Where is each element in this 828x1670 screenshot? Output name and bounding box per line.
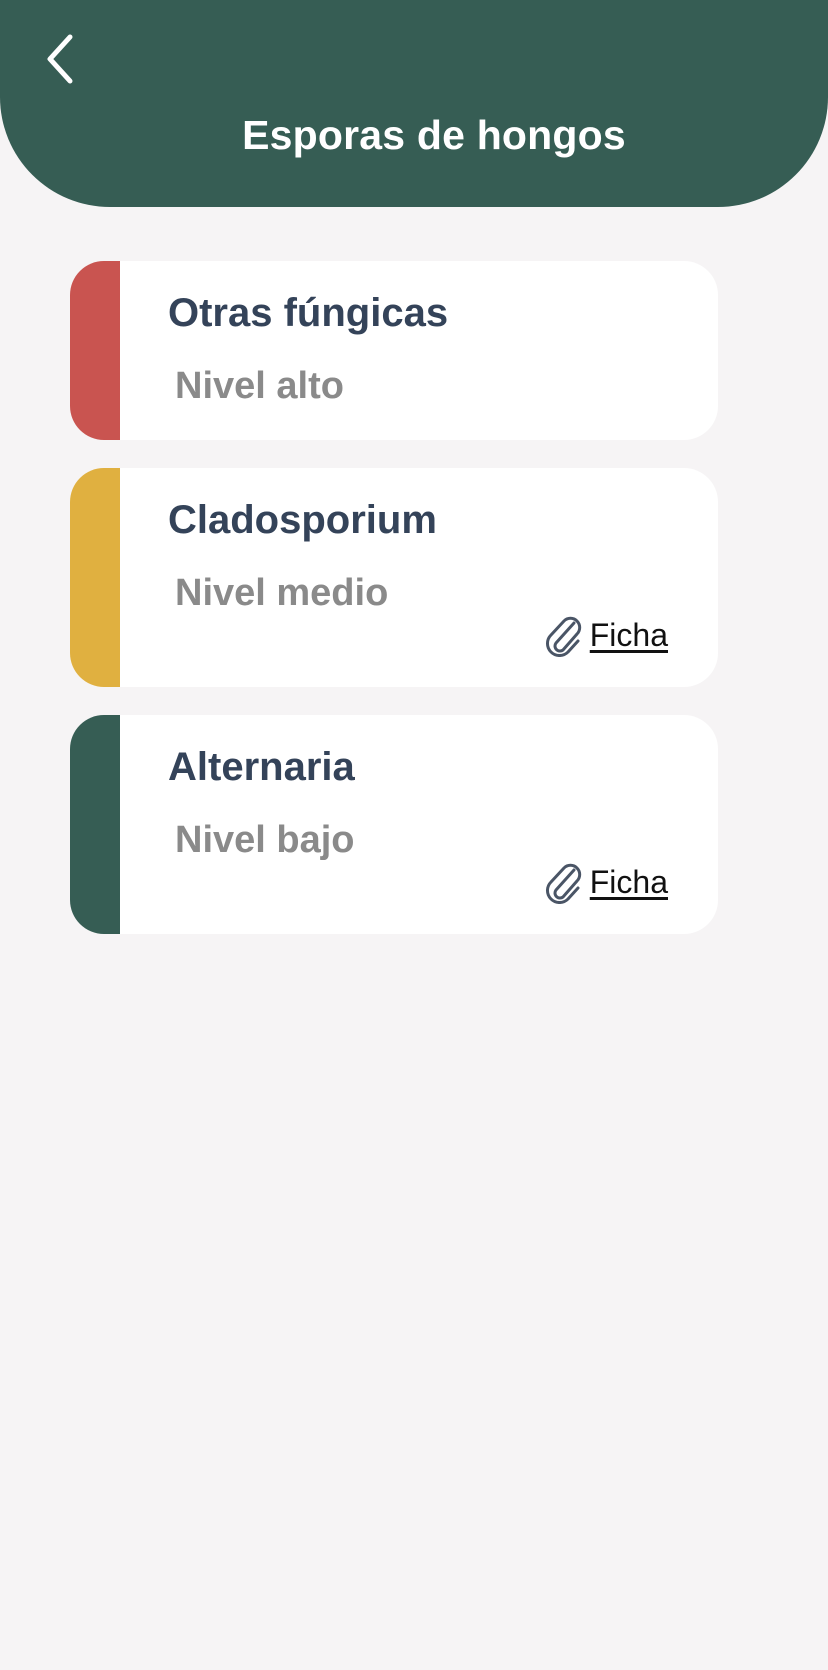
ficha-label[interactable]: Ficha bbox=[590, 617, 668, 654]
spore-level: Nivel medio bbox=[175, 572, 389, 614]
spore-name: Alternaria bbox=[168, 745, 355, 789]
page-title: Esporas de hongos bbox=[242, 112, 626, 158]
list-item: Cladosporium Nivel medio Ficha bbox=[70, 468, 718, 687]
spore-name: Otras fúngicas bbox=[168, 291, 449, 335]
spore-level: Nivel alto bbox=[175, 365, 344, 407]
list-item: Alternaria Nivel bajo Ficha bbox=[70, 715, 718, 934]
list-item: Otras fúngicas Nivel alto bbox=[70, 261, 718, 440]
level-indicator-low bbox=[70, 715, 120, 934]
spore-list: Otras fúngicas Nivel alto Cladosporium N… bbox=[70, 261, 718, 962]
level-indicator-medium bbox=[70, 468, 120, 687]
ficha-label[interactable]: Ficha bbox=[590, 864, 668, 901]
level-indicator-high bbox=[70, 261, 120, 440]
back-button[interactable] bbox=[30, 24, 90, 94]
chevron-left-icon bbox=[47, 34, 73, 84]
paperclip-icon bbox=[545, 863, 581, 904]
ficha-link[interactable]: Ficha bbox=[544, 613, 668, 657]
header-bar: Esporas de hongos bbox=[0, 0, 828, 207]
spore-level: Nivel bajo bbox=[175, 819, 355, 861]
paperclip-icon bbox=[545, 616, 581, 657]
ficha-link[interactable]: Ficha bbox=[544, 860, 668, 904]
spore-name: Cladosporium bbox=[168, 498, 437, 542]
